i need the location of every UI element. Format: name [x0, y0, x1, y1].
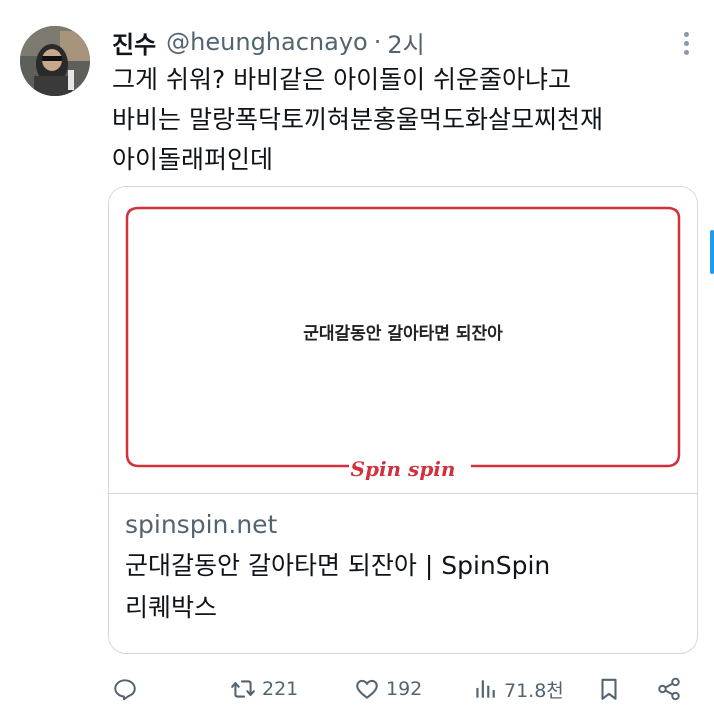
author-handle[interactable]: @heunghacnayo: [166, 28, 368, 56]
share-icon: [658, 677, 680, 701]
card-domain: spinspin.net: [125, 510, 278, 539]
card-title: 군대갈동안 갈아타면 되잔아 | SpinSpin: [125, 551, 551, 580]
action-bar: 221 192 71.8천: [112, 672, 692, 706]
tweet-line: 바비는 말랑폭닥토끼혀분홍울먹도화살모찌천재: [112, 105, 603, 134]
share-button[interactable]: [656, 672, 682, 706]
reply-icon: [114, 679, 136, 701]
link-card[interactable]: 군대갈동안 갈아타면 되잔아 Spin spin spinspin.net 군대…: [108, 186, 698, 654]
views-icon: [476, 680, 495, 698]
scroll-indicator[interactable]: [710, 230, 714, 274]
retweet-count: 221: [262, 678, 299, 700]
retweet-button[interactable]: 221: [230, 672, 298, 706]
bookmark-button[interactable]: [596, 672, 622, 706]
tweet-line: 아이돌래퍼인데: [112, 145, 274, 174]
views-button[interactable]: 71.8천: [472, 672, 564, 706]
tweet-text: 그게 쉬워? 바비같은 아이돌이 쉬운줄아냐고 바비는 말랑폭닥토끼혀분홍울먹도…: [112, 60, 692, 180]
avatar-image: [20, 26, 90, 96]
reply-button[interactable]: [112, 672, 144, 706]
like-count: 192: [386, 678, 423, 700]
like-icon: [356, 679, 378, 699]
tweet-header: 진수 @heunghacnayo · 2시: [112, 24, 694, 60]
post-time[interactable]: 2시: [387, 25, 424, 60]
card-title-line2: 리퀘박스: [125, 593, 218, 622]
bookmark-icon: [601, 678, 617, 700]
card-image[interactable]: 군대갈동안 갈아타면 되잔아 Spin spin: [109, 187, 697, 494]
spinspin-logo: Spin spin: [349, 457, 457, 481]
author-avatar[interactable]: [20, 26, 90, 96]
card-info: spinspin.net 군대갈동안 갈아타면 되잔아 | SpinSpin 리…: [125, 505, 685, 629]
separator-dot: ·: [373, 28, 382, 56]
views-count: 71.8천: [504, 679, 564, 702]
like-button[interactable]: 192: [354, 672, 422, 706]
author-name[interactable]: 진수: [112, 25, 156, 60]
tweet-line: 그게 쉬워? 바비같은 아이돌이 쉬운줄아냐고: [112, 65, 572, 94]
retweet-icon: [231, 680, 255, 698]
card-image-headline: 군대갈동안 갈아타면 되잔아: [303, 324, 503, 344]
more-icon[interactable]: [682, 32, 690, 56]
